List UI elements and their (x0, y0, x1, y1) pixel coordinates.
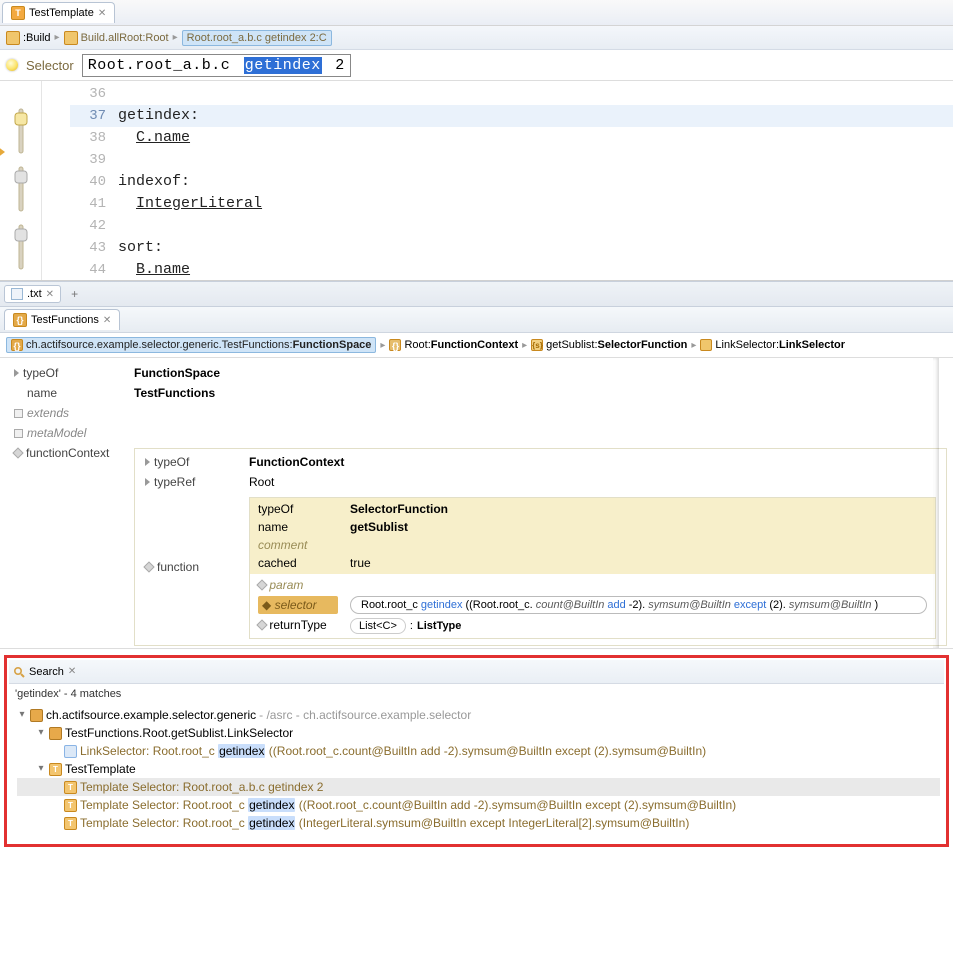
close-icon[interactable]: ✕ (98, 8, 106, 19)
tree-node-functions[interactable]: ▾ TestFunctions.Root.getSublist.LinkSele… (17, 724, 940, 742)
search-tab-bar: Search ✕ (9, 660, 944, 684)
search-panel: Search ✕ 'getindex' - 4 matches ▾ ch.act… (4, 655, 949, 847)
template-icon: T (49, 763, 62, 776)
selector-bar: Selector Root.root_a.b.c getindex 2 (0, 50, 953, 80)
collapse-icon[interactable]: ▾ (36, 724, 46, 742)
functions-icon: {} (13, 313, 27, 327)
chevron-right-icon: ▸ (522, 340, 527, 351)
package-icon (30, 709, 43, 722)
class-icon (49, 727, 62, 740)
file-icon (11, 288, 23, 300)
chevron-right-icon: ▸ (173, 32, 178, 43)
gutter-marker-icon (0, 146, 5, 158)
selector-key[interactable]: ◆ selector (258, 596, 338, 614)
search-tab-label: Search (29, 666, 64, 678)
template-icon: T (64, 781, 77, 794)
breadcrumb-build[interactable]: :Build (6, 31, 51, 45)
search-result[interactable]: T Template Selector: Root.root_c getinde… (17, 796, 940, 814)
function-context-box: typeOfFunctionContext typeRefRoot functi… (134, 448, 947, 646)
bulb-icon[interactable] (6, 59, 18, 71)
return-type-value: List<C> : ListType (350, 618, 927, 634)
chevron-right-icon: ▸ (55, 32, 60, 43)
breadcrumb: :Build ▸ Build.allRoot:Root ▸ Root.root_… (0, 26, 953, 50)
breadcrumb-ls[interactable]: LinkSelector:LinkSelector (700, 339, 845, 351)
function-box: typeOfSelectorFunction namegetSublist co… (249, 497, 936, 639)
search-results-tree: ▾ ch.actifsource.example.selector.generi… (9, 704, 944, 834)
line-numbers: 36 37 38 39 40 41 42 43 44 (70, 81, 116, 280)
close-icon[interactable]: ✕ (46, 289, 54, 300)
close-icon[interactable]: ✕ (68, 666, 76, 677)
close-icon[interactable]: ✕ (103, 315, 111, 326)
collapse-icon[interactable]: ▾ (17, 706, 27, 724)
slider-icon[interactable] (13, 165, 29, 213)
tree-node-template[interactable]: ▾ T TestTemplate (17, 760, 940, 778)
selector-icon: {s} (531, 339, 543, 351)
selector-input[interactable]: Root.root_a.b.c getindex 2 (82, 54, 351, 77)
txt-tab-bar: .txt ✕ + (0, 281, 953, 307)
link-icon (700, 339, 712, 351)
build-icon (6, 31, 20, 45)
diamond-icon[interactable] (12, 447, 23, 458)
typeof-value: FunctionSpace (134, 366, 220, 380)
template-icon: T (64, 799, 77, 812)
slider-icon[interactable] (13, 107, 29, 155)
chevron-right-icon: ▸ (691, 340, 696, 351)
folder-icon (64, 31, 78, 45)
property-form: typeOfFunctionSpace nameTestFunctions ex… (0, 358, 953, 649)
breadcrumb-sf[interactable]: {s}getSublist:SelectorFunction (531, 339, 687, 351)
chevron-right-icon: ▸ (380, 340, 385, 351)
template-icon: T (64, 817, 77, 830)
diamond-icon[interactable] (256, 579, 267, 590)
breadcrumb-allroot[interactable]: Build.allRoot:Root (64, 31, 169, 45)
search-result[interactable]: LinkSelector: Root.root_c getindex ((Roo… (17, 742, 940, 760)
search-result[interactable]: T Template Selector: Root.root_c getinde… (17, 814, 940, 832)
expand-icon[interactable] (145, 458, 150, 466)
functions-breadcrumb: {} ch.actifsource.example.selector.gener… (0, 333, 953, 358)
expand-icon[interactable] (145, 478, 150, 486)
code-body[interactable]: getindex: C.name indexof: IntegerLiteral… (116, 81, 953, 280)
collapse-icon[interactable]: ▾ (36, 760, 46, 778)
search-summary: 'getindex' - 4 matches (9, 684, 944, 704)
breadcrumb-getindex[interactable]: Root.root_a.b.c getindex 2:C (182, 30, 332, 46)
diamond-icon[interactable] (256, 619, 267, 630)
class-icon: {} (11, 339, 23, 351)
name-value: TestFunctions (134, 386, 215, 400)
tree-package[interactable]: ▾ ch.actifsource.example.selector.generi… (17, 706, 940, 724)
tab-test-functions[interactable]: {} TestFunctions ✕ (4, 309, 120, 330)
breadcrumb-root[interactable]: {} ch.actifsource.example.selector.gener… (6, 337, 376, 353)
selector-label: Selector (26, 58, 74, 73)
tab-txt[interactable]: .txt ✕ (4, 285, 61, 303)
code-editor[interactable]: 36 37 38 39 40 41 42 43 44 getindex: C.n… (0, 80, 953, 280)
editor-tab-bar: T TestTemplate ✕ (0, 0, 953, 26)
selector-value[interactable]: Root.root_c getindex ((Root.root_c.count… (350, 596, 927, 614)
checkbox-icon[interactable] (14, 409, 23, 418)
diamond-icon[interactable] (143, 561, 154, 572)
search-icon (13, 666, 25, 678)
functions-tab-bar: {} TestFunctions ✕ (0, 307, 953, 333)
breadcrumb-fc[interactable]: {}Root:FunctionContext (389, 339, 518, 351)
tab-label: TestTemplate (29, 7, 94, 19)
slider-icon[interactable] (13, 223, 29, 271)
template-icon: T (11, 6, 25, 20)
add-tab-button[interactable]: + (65, 285, 84, 303)
context-icon: {} (389, 339, 401, 351)
link-icon (64, 745, 77, 758)
search-result-selected[interactable]: T Template Selector: Root.root_a.b.c get… (17, 778, 940, 796)
tab-test-template[interactable]: T TestTemplate ✕ (2, 2, 115, 23)
checkbox-icon[interactable] (14, 429, 23, 438)
slider-gutter (0, 81, 42, 280)
expand-icon[interactable] (14, 369, 19, 377)
